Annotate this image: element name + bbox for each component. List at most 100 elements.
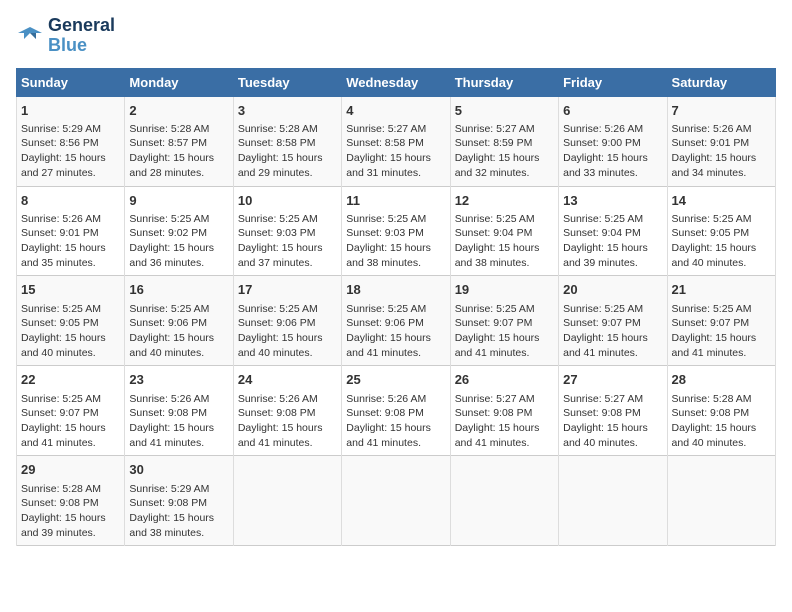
day-info: Sunrise: 5:25 AM Sunset: 9:03 PM Dayligh… bbox=[238, 212, 337, 271]
day-number: 3 bbox=[238, 102, 337, 120]
column-header-monday: Monday bbox=[125, 68, 233, 96]
week-row-1: 1 Sunrise: 5:29 AM Sunset: 8:56 PM Daylig… bbox=[17, 96, 776, 186]
calendar-cell: 14 Sunrise: 5:25 AM Sunset: 9:05 PM Dayli… bbox=[667, 186, 775, 276]
calendar-cell: 4 Sunrise: 5:27 AM Sunset: 8:58 PM Daylig… bbox=[342, 96, 450, 186]
calendar-cell: 28 Sunrise: 5:28 AM Sunset: 9:08 PM Dayli… bbox=[667, 366, 775, 456]
calendar-cell: 29Sunrise: 5:28 AM Sunset: 9:08 PM Dayli… bbox=[17, 456, 125, 546]
day-info: Sunrise: 5:25 AM Sunset: 9:06 PM Dayligh… bbox=[346, 302, 445, 361]
day-info: Sunrise: 5:25 AM Sunset: 9:06 PM Dayligh… bbox=[238, 302, 337, 361]
day-number: 17 bbox=[238, 281, 337, 299]
day-info: Sunrise: 5:26 AM Sunset: 9:08 PM Dayligh… bbox=[238, 392, 337, 451]
day-info: Sunrise: 5:27 AM Sunset: 9:08 PM Dayligh… bbox=[455, 392, 554, 451]
calendar-cell: 17 Sunrise: 5:25 AM Sunset: 9:06 PM Dayli… bbox=[233, 276, 341, 366]
day-info: Sunrise: 5:26 AM Sunset: 9:01 PM Dayligh… bbox=[672, 122, 771, 181]
calendar-cell: 10 Sunrise: 5:25 AM Sunset: 9:03 PM Dayli… bbox=[233, 186, 341, 276]
calendar-cell: 2 Sunrise: 5:28 AM Sunset: 8:57 PM Daylig… bbox=[125, 96, 233, 186]
calendar-cell: 12 Sunrise: 5:25 AM Sunset: 9:04 PM Dayli… bbox=[450, 186, 558, 276]
calendar-cell: 3 Sunrise: 5:28 AM Sunset: 8:58 PM Daylig… bbox=[233, 96, 341, 186]
calendar-cell: 27 Sunrise: 5:27 AM Sunset: 9:08 PM Dayli… bbox=[559, 366, 667, 456]
day-info: Sunrise: 5:25 AM Sunset: 9:07 PM Dayligh… bbox=[455, 302, 554, 361]
calendar-cell bbox=[559, 456, 667, 546]
day-info: Sunrise: 5:26 AM Sunset: 9:08 PM Dayligh… bbox=[129, 392, 228, 451]
week-row-4: 22Sunrise: 5:25 AM Sunset: 9:07 PM Dayli… bbox=[17, 366, 776, 456]
day-number: 21 bbox=[672, 281, 771, 299]
day-info: Sunrise: 5:29 AM Sunset: 9:08 PM Dayligh… bbox=[129, 482, 228, 541]
calendar-cell bbox=[450, 456, 558, 546]
day-info: Sunrise: 5:25 AM Sunset: 9:06 PM Dayligh… bbox=[129, 302, 228, 361]
day-number: 26 bbox=[455, 371, 554, 389]
day-info: Sunrise: 5:25 AM Sunset: 9:02 PM Dayligh… bbox=[129, 212, 228, 271]
calendar-cell bbox=[667, 456, 775, 546]
calendar-cell: 25Sunrise: 5:26 AM Sunset: 9:08 PM Dayli… bbox=[342, 366, 450, 456]
day-number: 14 bbox=[672, 192, 771, 210]
calendar-cell bbox=[233, 456, 341, 546]
logo-text: General Blue bbox=[48, 16, 115, 56]
day-info: Sunrise: 5:25 AM Sunset: 9:05 PM Dayligh… bbox=[21, 302, 120, 361]
column-header-thursday: Thursday bbox=[450, 68, 558, 96]
day-number: 24 bbox=[238, 371, 337, 389]
day-info: Sunrise: 5:25 AM Sunset: 9:04 PM Dayligh… bbox=[455, 212, 554, 271]
calendar-cell bbox=[342, 456, 450, 546]
week-row-5: 29Sunrise: 5:28 AM Sunset: 9:08 PM Dayli… bbox=[17, 456, 776, 546]
day-number: 8 bbox=[21, 192, 120, 210]
calendar-cell: 13 Sunrise: 5:25 AM Sunset: 9:04 PM Dayli… bbox=[559, 186, 667, 276]
calendar-cell: 22Sunrise: 5:25 AM Sunset: 9:07 PM Dayli… bbox=[17, 366, 125, 456]
day-number: 9 bbox=[129, 192, 228, 210]
column-header-sunday: Sunday bbox=[17, 68, 125, 96]
header-row: SundayMondayTuesdayWednesdayThursdayFrid… bbox=[17, 68, 776, 96]
day-info: Sunrise: 5:25 AM Sunset: 9:05 PM Dayligh… bbox=[672, 212, 771, 271]
day-info: Sunrise: 5:27 AM Sunset: 8:58 PM Dayligh… bbox=[346, 122, 445, 181]
calendar-cell: 16 Sunrise: 5:25 AM Sunset: 9:06 PM Dayli… bbox=[125, 276, 233, 366]
logo-icon bbox=[16, 25, 44, 47]
calendar-cell: 6 Sunrise: 5:26 AM Sunset: 9:00 PM Daylig… bbox=[559, 96, 667, 186]
day-info: Sunrise: 5:28 AM Sunset: 8:58 PM Dayligh… bbox=[238, 122, 337, 181]
day-number: 1 bbox=[21, 102, 120, 120]
calendar-cell: 8 Sunrise: 5:26 AM Sunset: 9:01 PM Daylig… bbox=[17, 186, 125, 276]
day-info: Sunrise: 5:25 AM Sunset: 9:07 PM Dayligh… bbox=[563, 302, 662, 361]
day-info: Sunrise: 5:27 AM Sunset: 9:08 PM Dayligh… bbox=[563, 392, 662, 451]
day-info: Sunrise: 5:27 AM Sunset: 8:59 PM Dayligh… bbox=[455, 122, 554, 181]
day-number: 10 bbox=[238, 192, 337, 210]
calendar-cell: 18 Sunrise: 5:25 AM Sunset: 9:06 PM Dayli… bbox=[342, 276, 450, 366]
day-info: Sunrise: 5:25 AM Sunset: 9:07 PM Dayligh… bbox=[672, 302, 771, 361]
calendar-cell: 20Sunrise: 5:25 AM Sunset: 9:07 PM Dayli… bbox=[559, 276, 667, 366]
calendar-cell: 30 Sunrise: 5:29 AM Sunset: 9:08 PM Dayli… bbox=[125, 456, 233, 546]
column-header-friday: Friday bbox=[559, 68, 667, 96]
day-number: 15 bbox=[21, 281, 120, 299]
day-number: 5 bbox=[455, 102, 554, 120]
calendar-cell: 1 Sunrise: 5:29 AM Sunset: 8:56 PM Daylig… bbox=[17, 96, 125, 186]
day-number: 27 bbox=[563, 371, 662, 389]
calendar-cell: 11Sunrise: 5:25 AM Sunset: 9:03 PM Dayli… bbox=[342, 186, 450, 276]
day-number: 6 bbox=[563, 102, 662, 120]
day-number: 7 bbox=[672, 102, 771, 120]
day-info: Sunrise: 5:26 AM Sunset: 9:01 PM Dayligh… bbox=[21, 212, 120, 271]
day-number: 11 bbox=[346, 192, 445, 210]
calendar-body: 1 Sunrise: 5:29 AM Sunset: 8:56 PM Daylig… bbox=[17, 96, 776, 546]
week-row-3: 15 Sunrise: 5:25 AM Sunset: 9:05 PM Dayli… bbox=[17, 276, 776, 366]
day-number: 18 bbox=[346, 281, 445, 299]
day-info: Sunrise: 5:25 AM Sunset: 9:04 PM Dayligh… bbox=[563, 212, 662, 271]
column-header-saturday: Saturday bbox=[667, 68, 775, 96]
calendar-cell: 5 Sunrise: 5:27 AM Sunset: 8:59 PM Daylig… bbox=[450, 96, 558, 186]
day-info: Sunrise: 5:28 AM Sunset: 8:57 PM Dayligh… bbox=[129, 122, 228, 181]
day-number: 12 bbox=[455, 192, 554, 210]
day-info: Sunrise: 5:28 AM Sunset: 9:08 PM Dayligh… bbox=[672, 392, 771, 451]
calendar-cell: 23Sunrise: 5:26 AM Sunset: 9:08 PM Dayli… bbox=[125, 366, 233, 456]
day-number: 30 bbox=[129, 461, 228, 479]
day-number: 2 bbox=[129, 102, 228, 120]
calendar-cell: 26 Sunrise: 5:27 AM Sunset: 9:08 PM Dayli… bbox=[450, 366, 558, 456]
day-info: Sunrise: 5:28 AM Sunset: 9:08 PM Dayligh… bbox=[21, 482, 120, 541]
calendar-cell: 9 Sunrise: 5:25 AM Sunset: 9:02 PM Daylig… bbox=[125, 186, 233, 276]
day-number: 25 bbox=[346, 371, 445, 389]
day-number: 4 bbox=[346, 102, 445, 120]
day-number: 13 bbox=[563, 192, 662, 210]
day-number: 16 bbox=[129, 281, 228, 299]
column-header-wednesday: Wednesday bbox=[342, 68, 450, 96]
day-number: 28 bbox=[672, 371, 771, 389]
week-row-2: 8 Sunrise: 5:26 AM Sunset: 9:01 PM Daylig… bbox=[17, 186, 776, 276]
calendar-table: SundayMondayTuesdayWednesdayThursdayFrid… bbox=[16, 68, 776, 547]
page-header: General Blue bbox=[16, 16, 776, 56]
day-info: Sunrise: 5:26 AM Sunset: 9:00 PM Dayligh… bbox=[563, 122, 662, 181]
day-info: Sunrise: 5:29 AM Sunset: 8:56 PM Dayligh… bbox=[21, 122, 120, 181]
calendar-cell: 24 Sunrise: 5:26 AM Sunset: 9:08 PM Dayli… bbox=[233, 366, 341, 456]
